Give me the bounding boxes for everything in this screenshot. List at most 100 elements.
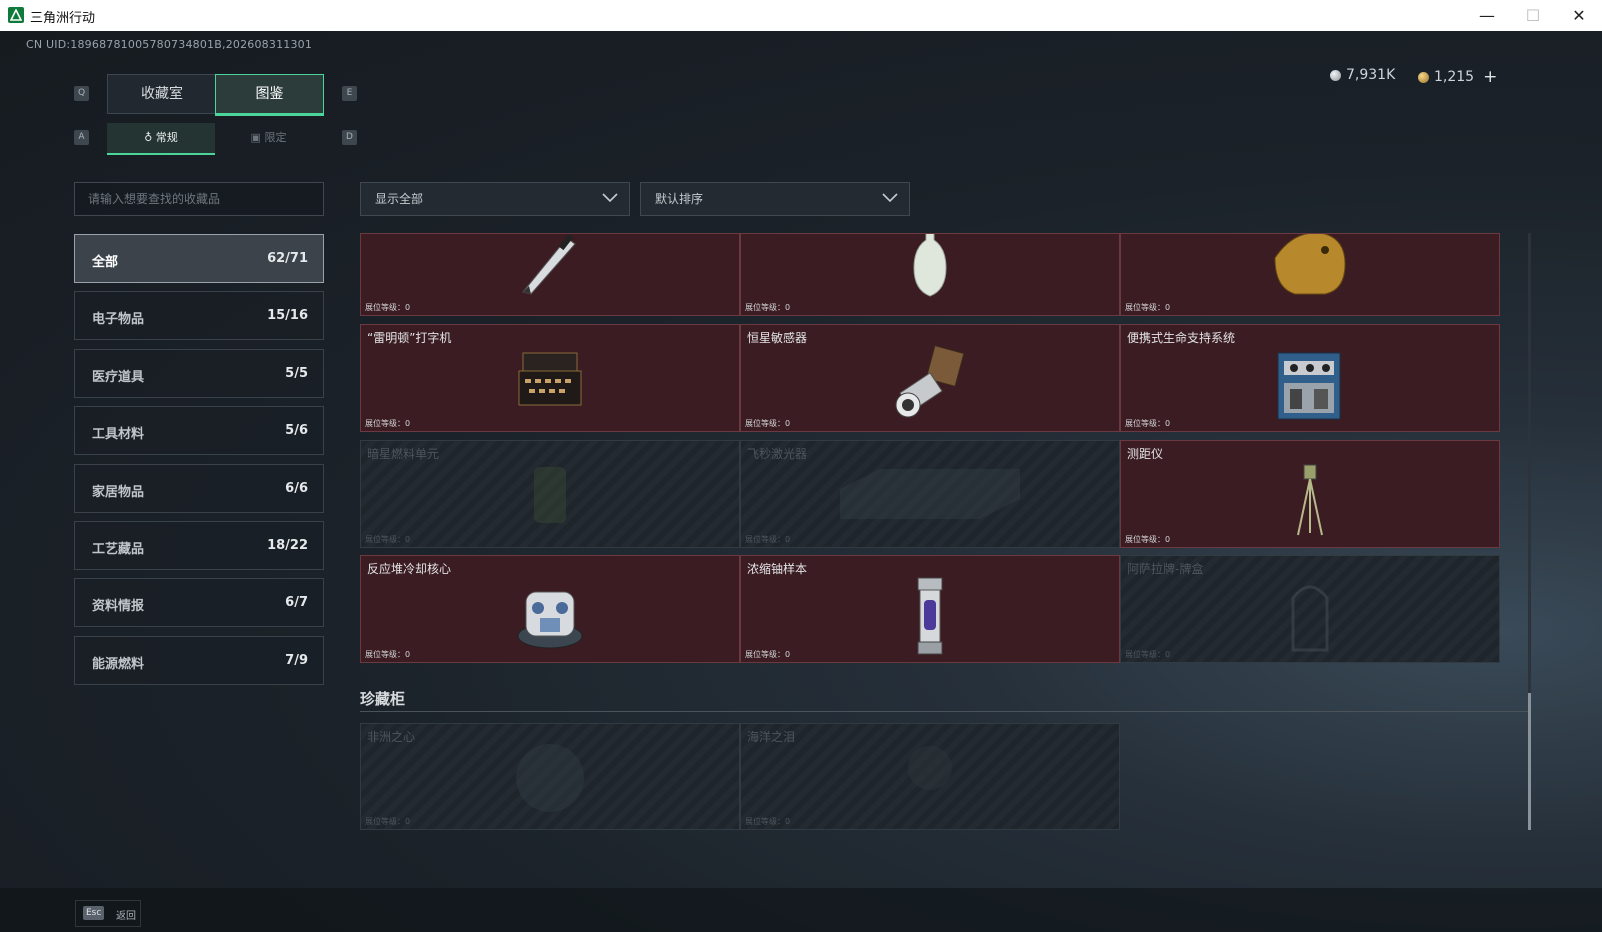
life-support-icon [1270,343,1350,431]
uranium-sample-icon [910,574,950,662]
footer-bar: Esc 返回 [0,888,1602,932]
display-level: 展位等级：0 [1125,303,1171,312]
category-item[interactable]: 能源燃料 7/9 [74,636,324,685]
display-level: 展位等级：0 [745,650,791,659]
star-sensor-icon [890,343,970,427]
collectible-name: 阿萨拉牌-牌盒 [1127,562,1204,576]
display-level: 展位等级：0 [365,817,411,826]
category-count: 5/5 [285,366,308,381]
collectible-card[interactable]: “雷明顿”打字机展位等级：0 [360,324,740,432]
back-label: 返回 [116,911,136,922]
uid-label: CN UID:18968781005780734801B,20260831130… [26,38,313,51]
category-item[interactable]: 医疗道具 5/5 [74,349,324,398]
category-item[interactable]: 工具材料 5/6 [74,406,324,455]
collectible-name: 飞秒激光器 [747,447,808,461]
tab-collection-room[interactable]: 收藏室 [107,74,217,114]
rangefinder-icon [1290,459,1330,543]
collectible-name: 海洋之泪 [747,730,796,744]
close-button[interactable]: ✕ [1556,0,1602,31]
display-level: 展位等级：0 [365,303,411,312]
display-level: 展位等级：0 [1125,650,1171,659]
scrollbar-thumb[interactable] [1528,693,1531,830]
display-level: 展位等级：0 [745,303,791,312]
key-hint-q: Q [74,86,89,101]
cabinet-card[interactable]: 海洋之泪展位等级：0 [740,723,1120,830]
collectible-name: 非洲之心 [367,730,416,744]
flask-icon: ♁ [144,131,153,144]
pearl-icon [900,738,960,802]
category-item[interactable]: 家居物品 6/6 [74,464,324,513]
category-count: 6/6 [285,481,308,496]
key-hint-d: D [342,130,357,145]
collectible-card[interactable]: 恒星敏感器展位等级：0 [740,324,1120,432]
collectible-name: 恒星敏感器 [747,331,808,345]
cabinet-card[interactable]: 非洲之心展位等级：0 [360,723,740,830]
category-item[interactable]: 全部 62/71 [74,234,324,283]
category-item[interactable]: 资料情报 6/7 [74,578,324,627]
image-icon: ▣ [250,131,261,144]
subtab-limited[interactable]: ▣ 限定 [215,123,322,153]
collectible-name: “雷明顿”打字机 [367,331,452,345]
add-currency-button[interactable]: + [1483,67,1497,87]
category-count: 7/9 [285,653,308,668]
category-name: 资料情报 [92,599,145,614]
subtab-limited-label: 限定 [264,131,287,144]
filter-dropdown-label: 显示全部 [375,192,424,206]
collectible-card[interactable]: 反应堆冷却核心 展位等级：0 [360,555,740,663]
collectible-card[interactable]: 阿萨拉牌-牌盒展位等级：0 [1120,555,1500,663]
app-logo-icon [8,7,24,23]
collectible-name: 测距仪 [1127,447,1164,461]
maximize-button[interactable]: ☐ [1510,0,1556,31]
typewriter-icon [515,343,585,417]
reactor-core-icon [510,574,590,658]
window-title: 三角洲行动 [30,11,96,26]
collectible-card[interactable]: 展位等级：0 [740,233,1120,316]
gold-amount: 1,215 [1434,69,1475,85]
collectible-name: 便携式生命支持系统 [1127,331,1236,345]
game-viewport: CN UID:18968781005780734801B,20260831130… [0,31,1602,932]
category-count: 18/22 [267,538,308,553]
gold-currency: 1,215 + [1418,67,1497,87]
subtab-regular-label: 常规 [155,131,178,144]
silver-coin-icon [1330,69,1341,81]
display-level: 展位等级：0 [365,535,411,544]
scrollbar[interactable] [1528,233,1531,830]
display-level: 展位等级：0 [745,817,791,826]
display-level: 展位等级：0 [745,419,791,428]
chevron-down-icon [882,193,898,203]
vase-icon [910,234,950,302]
window-titlebar: 三角洲行动 — ☐ ✕ [0,0,1602,31]
collectible-name: 暗星燃料单元 [367,447,440,461]
category-item[interactable]: 电子物品 15/16 [74,291,324,340]
category-count: 5/6 [285,423,308,438]
key-hint-a: A [74,130,89,145]
key-hint-e: E [342,86,357,101]
category-count: 15/16 [267,308,308,323]
pen-icon [515,234,585,302]
display-level: 展位等级：0 [365,419,411,428]
collectible-card[interactable]: 飞秒激光器 展位等级：0 [740,440,1120,548]
esc-key-hint: Esc [83,906,105,920]
filter-dropdown[interactable]: 显示全部 [360,182,630,216]
collectible-card[interactable]: 展位等级：0 [360,233,740,316]
tab-catalog[interactable]: 图鉴 [215,74,324,116]
collectible-card[interactable]: 暗星燃料单元展位等级：0 [360,440,740,548]
back-button[interactable]: Esc 返回 [75,900,141,927]
silver-currency: 7,931K [1330,67,1395,83]
category-count: 62/71 [267,251,308,266]
laser-icon [830,459,1030,523]
sort-dropdown[interactable]: 默认排序 [640,182,910,216]
gold-coin-icon [1418,71,1429,83]
category-item[interactable]: 工艺藏品 18/22 [74,521,324,570]
collectible-card[interactable]: 测距仪 展位等级：0 [1120,440,1500,548]
search-input[interactable]: 请输入想要查找的收藏品 [74,182,324,216]
collectible-card[interactable]: 便携式生命支持系统展位等级：0 [1120,324,1500,432]
collectible-name: 反应堆冷却核心 [367,562,452,576]
subtab-regular[interactable]: ♁ 常规 [107,123,215,155]
display-level: 展位等级：0 [1125,419,1171,428]
minimize-button[interactable]: — [1464,0,1510,31]
collectible-card[interactable]: 浓缩铀样本展位等级：0 [740,555,1120,663]
collectible-name: 浓缩铀样本 [747,562,808,576]
silver-amount: 7,931K [1346,67,1396,83]
collectible-card[interactable]: 展位等级：0 [1120,233,1500,316]
